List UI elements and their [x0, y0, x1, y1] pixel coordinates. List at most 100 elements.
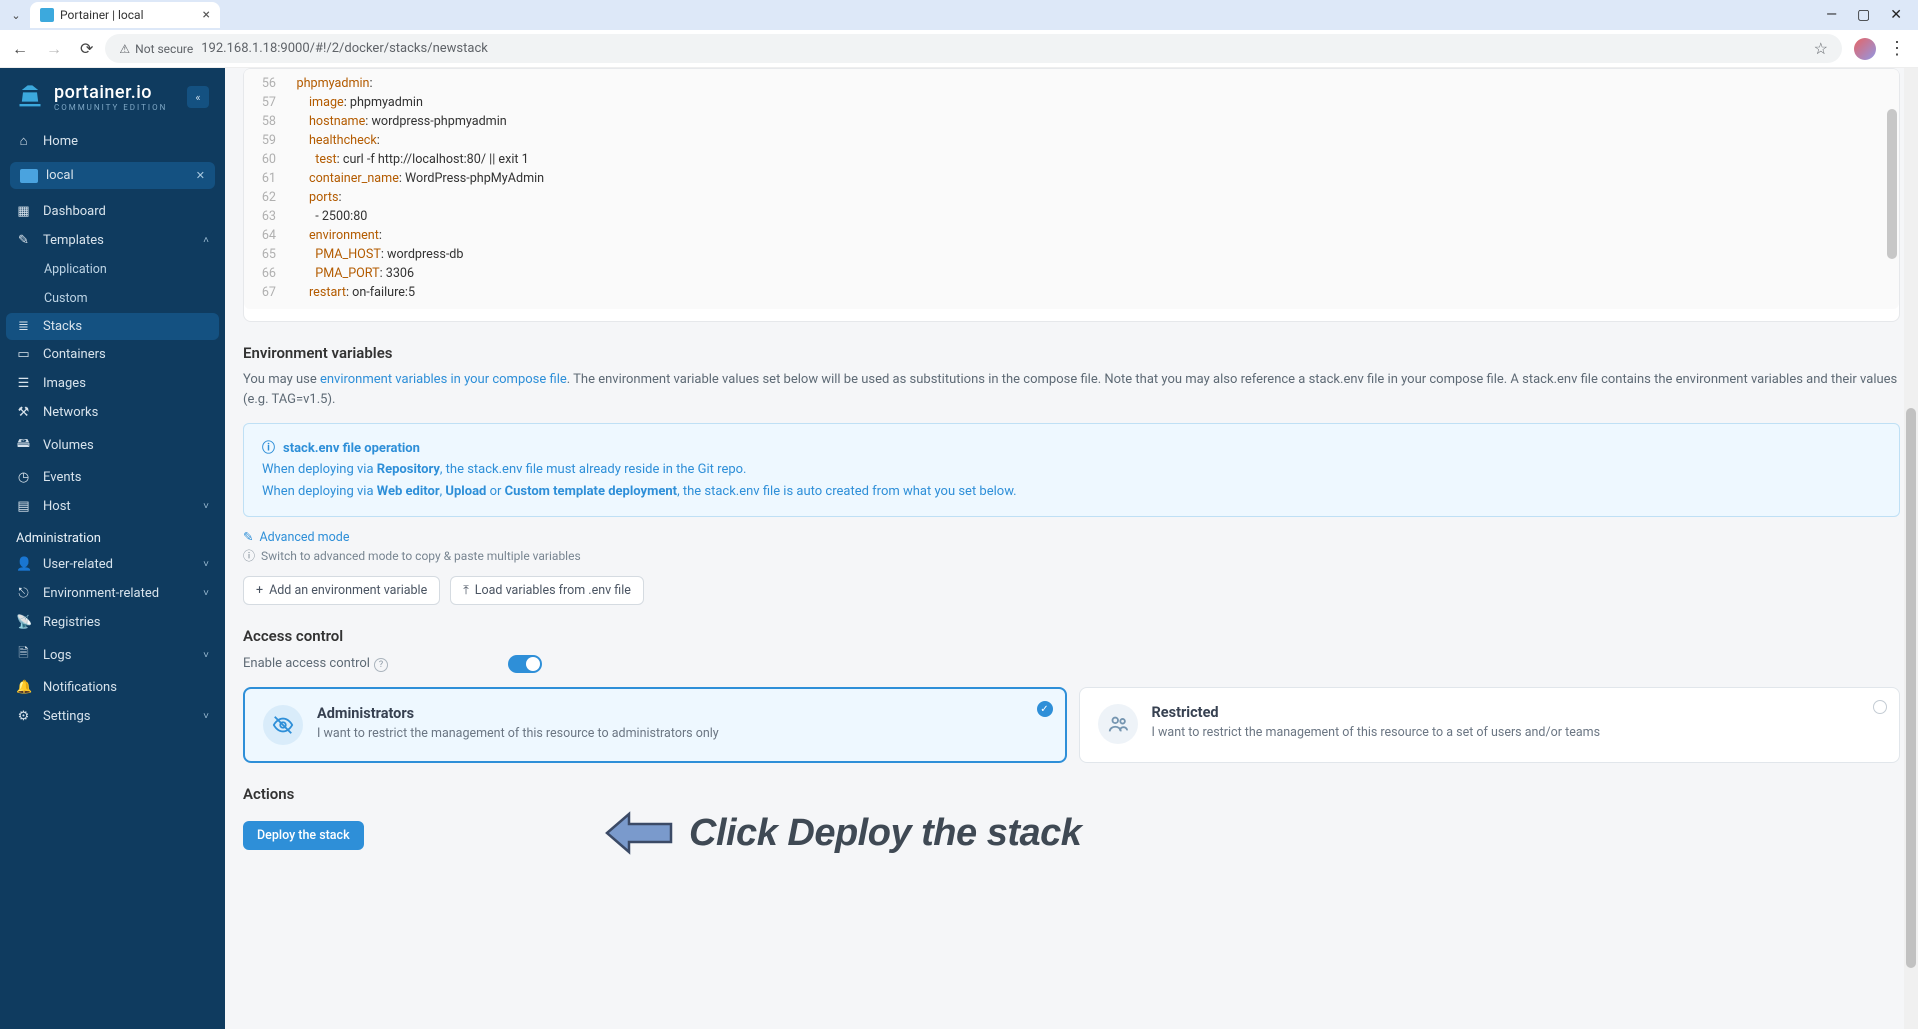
sidebar-item-volumes[interactable]: 🖴Volumes	[0, 427, 225, 463]
load-env-file-button[interactable]: ⤒Load variables from .env file	[450, 576, 644, 605]
security-chip[interactable]: ⚠ Not secure	[119, 42, 193, 56]
text: Repository	[377, 462, 440, 477]
users-icon	[1098, 704, 1138, 744]
browser-titlebar: ⌄ Portainer | local × — ▢ ✕	[0, 0, 1918, 30]
advanced-mode-hint: ⓘSwitch to advanced mode to copy & paste…	[243, 547, 1900, 564]
sidebar-item-label: Environment-related	[43, 586, 159, 601]
forward-icon[interactable]: →	[46, 39, 62, 59]
opt-title: Restricted	[1152, 704, 1601, 721]
bookmark-star-icon[interactable]: ☆	[1814, 39, 1828, 58]
text: You may use	[243, 372, 320, 387]
label-text: Enable access control	[243, 656, 370, 671]
code-editor[interactable]: 565758596061626364656667 phpmyadmin: ima…	[244, 69, 1899, 309]
upload-icon: ⤒	[463, 583, 469, 598]
env-title: Environment variables	[243, 344, 1900, 362]
templates-icon: ✎	[16, 233, 31, 248]
text: When deploying via	[262, 484, 377, 499]
sidebar-collapse-icon[interactable]: «	[187, 86, 209, 108]
docker-icon	[20, 169, 38, 183]
text: When deploying via	[262, 462, 377, 477]
environment-close-icon[interactable]: ✕	[196, 169, 205, 182]
sidebar-item-label: Dashboard	[43, 204, 106, 219]
sidebar-item-custom[interactable]: Custom	[0, 284, 225, 313]
sidebar-item-stacks[interactable]: ≣ Stacks	[6, 313, 219, 340]
sidebar-item-templates[interactable]: ✎Templates˄	[0, 226, 225, 255]
text: Upload	[445, 484, 486, 499]
back-icon[interactable]: ←	[12, 39, 28, 59]
help-icon[interactable]: ?	[374, 658, 388, 672]
containers-icon: ▭	[16, 347, 31, 362]
sidebar-item-label: Volumes	[43, 438, 94, 453]
address-bar[interactable]: ⚠ Not secure 192.168.1.18:9000/#!/2/dock…	[105, 34, 1842, 63]
scrollbar-thumb[interactable]	[1906, 408, 1916, 968]
browser-tab[interactable]: Portainer | local ×	[30, 2, 220, 28]
sidebar-item-logs[interactable]: 🗎Logs˅	[0, 637, 225, 673]
user-icon: 👤	[16, 557, 31, 572]
sidebar-item-containers[interactable]: ▭ Containers	[0, 340, 225, 369]
opt-title: Administrators	[317, 705, 719, 722]
sidebar-item-user-related[interactable]: 👤User-related˅	[0, 550, 225, 579]
sidebar-admin-title: Administration	[0, 521, 225, 550]
bell-icon: 🔔	[16, 680, 31, 695]
profile-avatar[interactable]	[1854, 38, 1876, 60]
access-option-administrators[interactable]: Administrators I want to restrict the ma…	[243, 687, 1067, 763]
sidebar-item-dashboard[interactable]: ▦ Dashboard	[0, 197, 225, 226]
chevron-down-icon: ˅	[203, 559, 209, 570]
tab-close-icon[interactable]: ×	[203, 7, 210, 23]
env-icon: ⎋	[16, 586, 31, 601]
brand[interactable]: portainer.io COMMUNITY EDITION «	[0, 68, 225, 126]
sidebar-item-networks[interactable]: ⚒ Networks	[0, 398, 225, 427]
sidebar-item-label: Networks	[43, 405, 98, 420]
warning-icon: ⚠	[119, 42, 130, 56]
deploy-stack-button[interactable]: Deploy the stack	[243, 821, 364, 850]
sidebar-item-settings[interactable]: ⚙Settings˅	[0, 702, 225, 731]
link-label: Advanced mode	[259, 530, 349, 545]
sidebar-item-host[interactable]: ▤Host˅	[0, 492, 225, 521]
sidebar-item-label: Containers	[43, 347, 106, 362]
access-toggle[interactable]	[508, 655, 542, 673]
images-icon: ☰	[16, 376, 31, 391]
code-body[interactable]: phpmyadmin: image: phpmyadmin hostname: …	[284, 69, 1899, 309]
sidebar-item-registries[interactable]: 📡Registries	[0, 608, 225, 637]
unselected-radio-icon	[1873, 700, 1887, 714]
env-desc-link[interactable]: environment variables in your compose fi…	[320, 372, 567, 387]
sidebar-item-label: Custom	[44, 291, 88, 306]
events-icon: ◷	[16, 470, 31, 485]
tab-favicon	[40, 8, 54, 22]
stackenv-info-box: ⓘstack.env file operation When deploying…	[243, 423, 1900, 517]
browser-menu-icon[interactable]: ⋮	[1888, 38, 1906, 59]
reload-icon[interactable]: ⟳	[80, 39, 93, 59]
url-text: 192.168.1.18:9000/#!/2/docker/stacks/new…	[201, 41, 488, 56]
advanced-mode-link[interactable]: ✎Advanced mode	[243, 529, 1900, 545]
editor-scrollbar[interactable]	[1887, 109, 1897, 259]
add-env-var-button[interactable]: +Add an environment variable	[243, 576, 440, 605]
tab-dropdown-icon[interactable]: ⌄	[8, 9, 24, 22]
sidebar-item-label: Stacks	[43, 319, 82, 334]
logs-icon: 🗎	[16, 644, 31, 666]
opt-desc: I want to restrict the management of thi…	[317, 726, 719, 741]
environment-chip[interactable]: local ✕	[10, 162, 215, 189]
sidebar-item-events[interactable]: ◷Events	[0, 463, 225, 492]
info-icon: ⓘ	[243, 547, 255, 564]
stacks-icon: ≣	[16, 319, 31, 334]
close-window-icon[interactable]: ✕	[1890, 7, 1902, 23]
sidebar-item-env-related[interactable]: ⎋ Environment-related ˅	[0, 579, 225, 608]
home-icon: ⌂	[16, 133, 31, 149]
browser-toolbar: ← → ⟳ ⚠ Not secure 192.168.1.18:9000/#!/…	[0, 30, 1918, 68]
actions-title: Actions	[243, 785, 1900, 803]
dashboard-icon: ▦	[16, 204, 31, 219]
sidebar-item-application[interactable]: Application	[0, 255, 225, 284]
maximize-icon[interactable]: ▢	[1857, 7, 1870, 23]
access-option-restricted[interactable]: Restricted I want to restrict the manage…	[1079, 687, 1901, 763]
text: Custom template deployment	[505, 484, 677, 499]
minimize-icon[interactable]: —	[1826, 7, 1837, 23]
sidebar-item-home[interactable]: ⌂Home	[0, 126, 225, 156]
sidebar-item-images[interactable]: ☰Images	[0, 369, 225, 398]
access-title: Access control	[243, 627, 1900, 645]
sidebar-item-notifications[interactable]: 🔔Notifications	[0, 673, 225, 702]
page-scrollbar[interactable]	[1904, 68, 1918, 1029]
security-label: Not secure	[135, 42, 193, 56]
networks-icon: ⚒	[16, 405, 31, 420]
chevron-down-icon: ˅	[203, 588, 209, 599]
brand-name: portainer.io	[54, 82, 167, 103]
